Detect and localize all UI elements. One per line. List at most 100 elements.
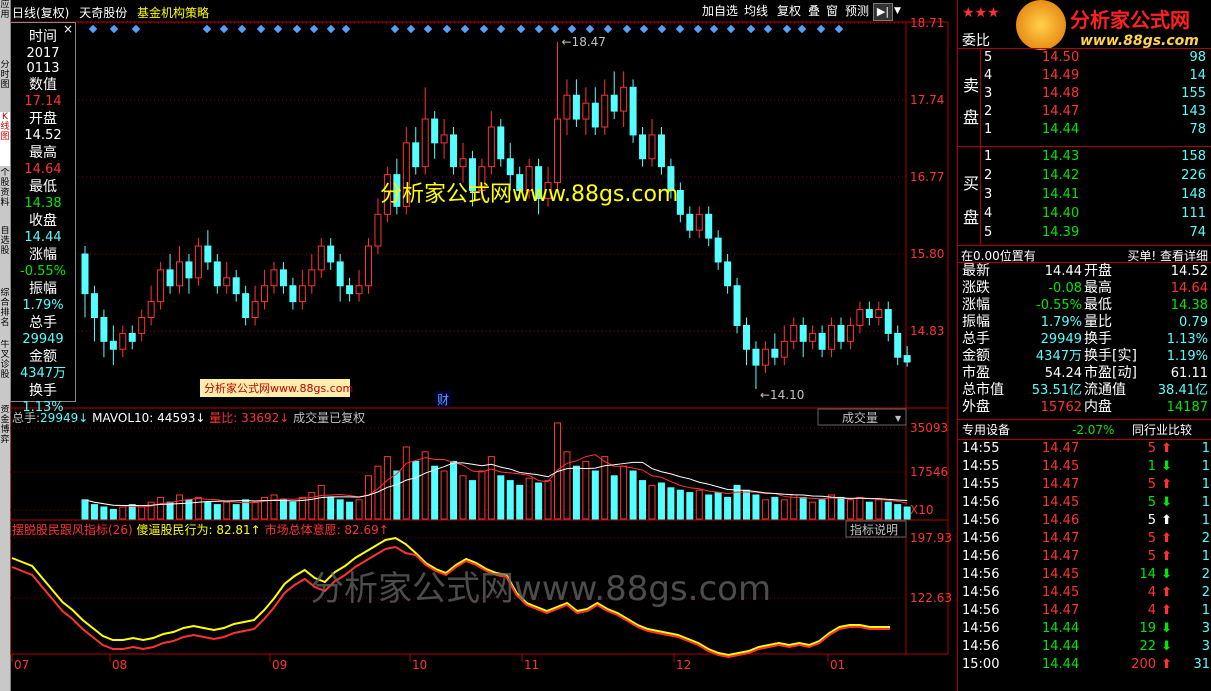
volume-bar <box>771 496 779 520</box>
tick-price: 14.46 <box>1042 513 1080 528</box>
quote-label: 开盘 <box>1084 263 1112 279</box>
logo-text: 分析家公式网 <box>1070 8 1190 32</box>
price-tick-label: 15.80 <box>910 247 944 261</box>
price-tick-label: 16.77 <box>910 170 944 184</box>
candle-body <box>743 324 750 350</box>
tick-price: 14.47 <box>1042 603 1080 618</box>
tick-volume: 5 <box>1147 549 1156 564</box>
quote-value: 53.51亿 <box>1031 383 1082 398</box>
signal-diamond-icon <box>622 24 632 34</box>
candle-body <box>686 213 694 231</box>
buy-row[interactable]: 1 14.43 158 <box>958 148 1211 166</box>
left-tab-0[interactable]: 应用 <box>0 0 10 58</box>
tick-time: 14:55 <box>962 441 1000 456</box>
candle-body <box>648 134 656 160</box>
buy-row[interactable]: 5 14.39 74 <box>958 224 1211 242</box>
signal-diamond-icon <box>256 24 266 34</box>
tick-time: 15:00 <box>962 657 1000 672</box>
arrow-up-icon: ⬆ <box>1161 531 1172 546</box>
buy-row[interactable]: 4 14.40 111 <box>958 205 1211 223</box>
sell-volume: 143 <box>1181 104 1206 119</box>
info-value: 29949 <box>22 332 64 347</box>
volume-bar <box>90 504 98 520</box>
chevron-down-icon: ▼ <box>895 414 902 423</box>
candle-body <box>440 134 448 144</box>
sell-level: 2 <box>984 104 993 119</box>
candle-body <box>884 309 892 334</box>
volume-dropdown-label: 成交量 <box>842 410 878 425</box>
candle-body <box>308 269 316 287</box>
candle-body <box>705 213 713 239</box>
volume-bar <box>657 482 665 520</box>
candle-body <box>752 348 760 366</box>
low-price-label: ←14.10 <box>760 388 804 402</box>
tick-row: 14:55 14.47 5 ⬆ 1 <box>958 476 1211 494</box>
tick-row: 14:56 14.44 19 ⬇ 3 <box>958 620 1211 638</box>
volume-bar <box>884 501 892 520</box>
candle-body <box>837 324 845 342</box>
left-tab-2[interactable]: K线图 <box>0 112 10 166</box>
sector-compare-link[interactable]: 同行业比较 <box>1132 421 1192 439</box>
volume-bar <box>799 496 807 520</box>
tick-row: 14:56 14.45 4 ⬆ 2 <box>958 584 1211 602</box>
quote-row: 金额 4347万 换手[实] 1.19% <box>958 348 1211 365</box>
volume-tick-label: 35093 <box>910 421 948 435</box>
buy-price: 14.43 <box>1042 149 1080 164</box>
left-tab-3[interactable]: 个股资料 <box>0 168 10 224</box>
tick-volume: 4 <box>1147 585 1156 600</box>
sector-name[interactable]: 专用设备 <box>962 421 1010 439</box>
volume-bar <box>629 470 637 520</box>
sell-row[interactable]: 3 14.48 155 <box>958 85 1211 103</box>
tick-volume: 5 <box>1147 441 1156 456</box>
tick-time: 14:56 <box>962 549 1000 564</box>
buy-row[interactable]: 3 14.41 148 <box>958 186 1211 204</box>
sell-level: 5 <box>984 50 993 65</box>
volume-bar <box>544 480 552 520</box>
kline-chart-area[interactable]: 18.71 17.74 16.77 15.80 14.83 ←18.47 ←14.10 分析家… <box>10 14 956 691</box>
signal-diamond-icon <box>341 24 351 34</box>
volume-bar <box>336 499 344 520</box>
tick-count: 2 <box>1201 531 1210 546</box>
tick-time: 14:56 <box>962 603 1000 618</box>
quote-label: 量比 <box>1084 314 1112 330</box>
tick-volume: 1 <box>1147 459 1156 474</box>
quote-label: 外盘 <box>962 399 990 415</box>
tick-row: 14:56 14.45 14 ⬇ 2 <box>958 566 1211 584</box>
buy-level: 2 <box>984 168 993 183</box>
volume-bar <box>743 489 750 520</box>
signal-diamond-icon <box>534 24 544 34</box>
left-tab-7[interactable]: 资金博弈 <box>0 405 10 485</box>
quote-label: 最高 <box>1084 280 1112 296</box>
sell-row[interactable]: 5 14.50 98 <box>958 49 1211 67</box>
buy-row[interactable]: 2 14.42 226 <box>958 167 1211 185</box>
volume-bar <box>572 465 580 520</box>
volume-bar <box>752 494 760 520</box>
tick-volume: 5 <box>1147 531 1156 546</box>
quote-value: 14187 <box>1166 400 1208 415</box>
sell-row[interactable]: 1 14.44 78 <box>958 121 1211 139</box>
volume-bar <box>176 494 183 520</box>
sector-row: 专用设备 -2.07% 同行业比较 <box>958 421 1211 439</box>
left-tab-5[interactable]: 综合排名 <box>0 288 10 338</box>
candle-body <box>639 134 647 160</box>
candle-body <box>327 245 335 263</box>
x-tick-label: 01 <box>830 658 845 672</box>
info-label: 换手 <box>29 383 57 399</box>
left-tab-1[interactable]: 分时图 <box>0 60 10 110</box>
sell-row[interactable]: 2 14.47 143 <box>958 103 1211 121</box>
volume-bar <box>837 496 845 520</box>
quote-value: 61.11 <box>1170 366 1208 381</box>
tick-count: 1 <box>1201 513 1210 528</box>
candle-body <box>138 317 146 334</box>
sell-level: 1 <box>984 122 993 137</box>
volume-bar <box>828 494 836 520</box>
sell-row[interactable]: 4 14.49 14 <box>958 67 1211 85</box>
tick-price: 14.47 <box>1042 441 1080 456</box>
volume-bar <box>194 496 202 520</box>
left-tab-4[interactable]: 自选股 <box>0 226 10 286</box>
info-label: 收盘 <box>29 213 57 229</box>
buy-volume: 74 <box>1189 225 1206 240</box>
volume-bar <box>412 460 420 520</box>
finance-marker-text[interactable]: 财 <box>437 393 449 407</box>
left-tab-6[interactable]: 牛叉诊股 <box>0 340 10 402</box>
